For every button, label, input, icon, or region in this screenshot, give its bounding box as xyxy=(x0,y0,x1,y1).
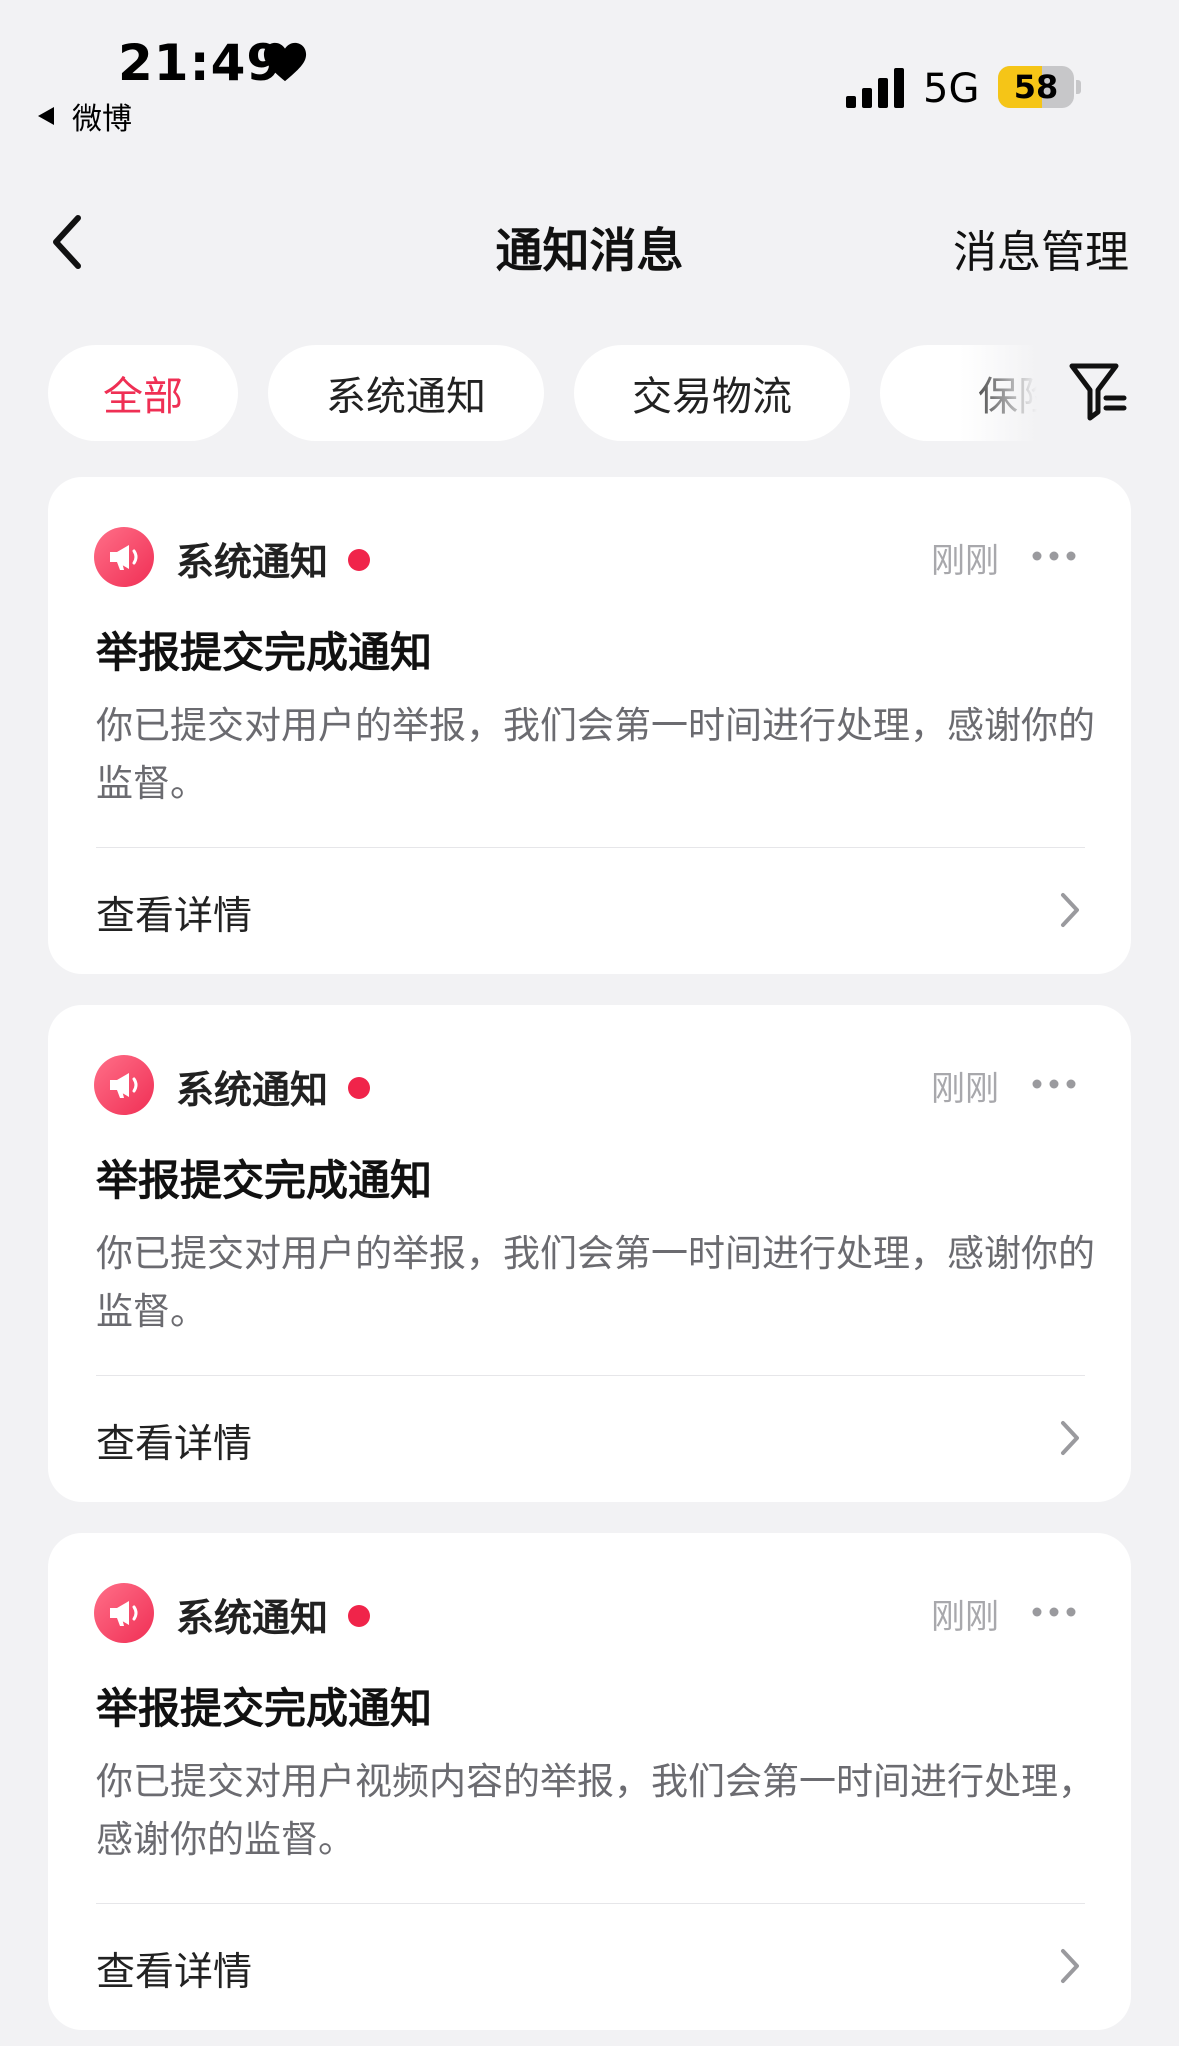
notification-body: 你已提交对用户的举报，我们会第一时间进行处理，感谢你的监督。 xyxy=(96,704,1095,805)
notification-time: 刚刚 xyxy=(931,1597,999,1637)
battery-percent: 58 xyxy=(1013,68,1059,106)
back-to-app-button[interactable]: 微博 xyxy=(38,94,132,138)
battery-indicator: 58 xyxy=(998,66,1074,108)
status-bar: 21:49 微博 5G 58 xyxy=(0,0,1179,140)
divider xyxy=(96,847,1085,848)
tab-trade-logistics[interactable]: 交易物流 xyxy=(574,345,850,441)
notification-card[interactable]: 系统通知 刚刚 举报提交完成通知 你已提交对用户视频内容的举报，我们会第一时间进… xyxy=(48,1533,1131,2030)
divider xyxy=(96,1903,1085,1904)
megaphone-icon xyxy=(94,527,154,587)
view-details-link[interactable]: 查看详情 xyxy=(96,885,252,941)
notification-source: 系统通知 xyxy=(176,1596,329,1640)
battery-cap xyxy=(1076,80,1081,94)
more-icon[interactable] xyxy=(1031,1078,1077,1090)
notification-body: 你已提交对用户视频内容的举报，我们会第一时间进行处理，感谢你的监督。 xyxy=(96,1760,1095,1861)
megaphone-icon xyxy=(94,1055,154,1115)
notification-time: 刚刚 xyxy=(931,541,999,581)
back-app-label: 微博 xyxy=(72,102,132,137)
chevron-right-icon xyxy=(1061,1421,1079,1455)
notification-time: 刚刚 xyxy=(931,1069,999,1109)
message-management-button[interactable]: 消息管理 xyxy=(953,216,1129,280)
megaphone-icon xyxy=(94,1583,154,1643)
unread-dot xyxy=(348,549,370,571)
notification-card[interactable]: 系统通知 刚刚 举报提交完成通知 你已提交对用户的举报，我们会第一时间进行处理，… xyxy=(48,477,1131,974)
tab-all[interactable]: 全部 xyxy=(48,345,238,441)
divider xyxy=(96,1375,1085,1376)
chevron-right-icon xyxy=(1061,893,1079,927)
notification-title: 举报提交完成通知 xyxy=(96,1156,433,1205)
notification-source: 系统通知 xyxy=(176,540,329,584)
chevron-right-icon xyxy=(1061,1949,1079,1983)
filter-icon[interactable] xyxy=(1068,360,1128,422)
notification-title: 举报提交完成通知 xyxy=(96,628,433,677)
network-label: 5G xyxy=(923,66,980,112)
signal-icon xyxy=(846,68,904,108)
notification-card[interactable]: 系统通知 刚刚 举报提交完成通知 你已提交对用户的举报，我们会第一时间进行处理，… xyxy=(48,1005,1131,1502)
more-icon[interactable] xyxy=(1031,1606,1077,1618)
tabs-fade xyxy=(960,345,1070,441)
notification-body: 你已提交对用户的举报，我们会第一时间进行处理，感谢你的监督。 xyxy=(96,1232,1095,1333)
heart-icon xyxy=(263,42,307,82)
tab-system-notice[interactable]: 系统通知 xyxy=(268,345,544,441)
back-triangle-icon xyxy=(38,107,54,125)
more-icon[interactable] xyxy=(1031,550,1077,562)
unread-dot xyxy=(348,1077,370,1099)
view-details-link[interactable]: 查看详情 xyxy=(96,1413,252,1469)
category-tabs: 全部 系统通知 交易物流 保险 xyxy=(48,345,1068,441)
notification-source: 系统通知 xyxy=(176,1068,329,1112)
unread-dot xyxy=(348,1605,370,1627)
notification-title: 举报提交完成通知 xyxy=(96,1684,433,1733)
status-time: 21:49 xyxy=(118,34,283,92)
view-details-link[interactable]: 查看详情 xyxy=(96,1941,252,1997)
